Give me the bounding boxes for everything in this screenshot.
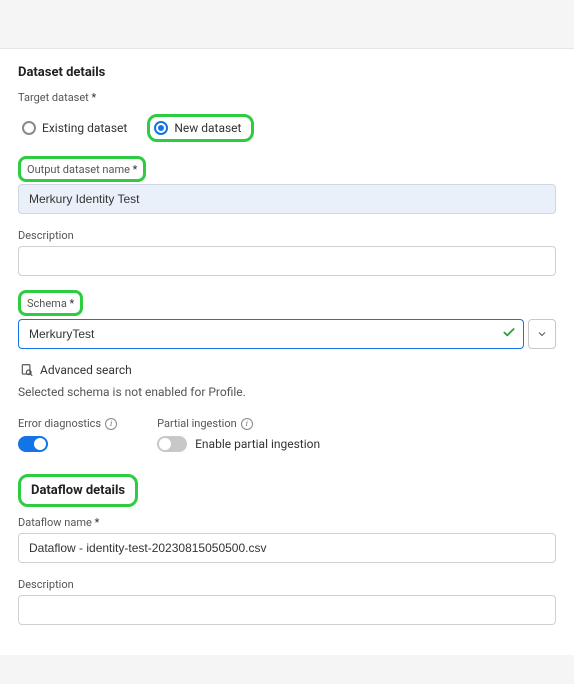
schema-dropdown-button[interactable] [528, 319, 556, 349]
search-page-icon [20, 363, 34, 377]
error-diagnostics-label: Error diagnostics [18, 417, 101, 430]
schema-profile-note: Selected schema is not enabled for Profi… [18, 385, 556, 399]
info-icon[interactable]: i [241, 418, 253, 430]
dataset-details-title: Dataset details [18, 65, 556, 80]
schema-combobox [18, 319, 556, 349]
chevron-down-icon [536, 328, 548, 340]
dataflow-details-title: Dataflow details [31, 483, 125, 498]
error-diagnostics-group: Error diagnostics i [18, 417, 117, 452]
error-diagnostics-toggle[interactable] [18, 436, 48, 452]
dataflow-details-section: Dataflow details Dataflow name Descripti… [18, 474, 556, 625]
schema-label: Schema [27, 297, 74, 310]
schema-group: Schema [18, 290, 556, 349]
schema-input[interactable] [18, 319, 524, 349]
checkmark-icon [502, 326, 516, 343]
target-dataset-radio-row: Existing dataset New dataset [18, 114, 556, 142]
partial-ingestion-label: Partial ingestion [157, 417, 237, 430]
output-dataset-name-label-highlight: Output dataset name [18, 156, 146, 182]
info-icon[interactable]: i [105, 418, 117, 430]
dataflow-description-group: Description [18, 577, 556, 625]
target-dataset-label: Target dataset [18, 91, 96, 104]
dataset-description-label: Description [18, 229, 74, 242]
dataset-description-group: Description [18, 228, 556, 276]
partial-ingestion-toggle[interactable] [157, 436, 187, 452]
radio-unchecked-icon [22, 121, 36, 135]
partial-ingestion-group: Partial ingestion i Enable partial inges… [157, 417, 320, 452]
output-dataset-name-label: Output dataset name [27, 163, 137, 176]
dataflow-name-group: Dataflow name [18, 515, 556, 563]
schema-input-wrap [18, 319, 524, 349]
existing-dataset-label: Existing dataset [42, 121, 127, 135]
dataflow-description-label: Description [18, 578, 74, 591]
partial-ingestion-label-row: Partial ingestion i [157, 417, 320, 430]
output-dataset-name-group: Output dataset name [18, 156, 556, 214]
enable-partial-label: Enable partial ingestion [195, 437, 320, 451]
schema-label-highlight: Schema [18, 290, 83, 316]
error-diagnostics-label-row: Error diagnostics i [18, 417, 117, 430]
partial-ingestion-toggle-row: Enable partial ingestion [157, 436, 320, 452]
toggles-row: Error diagnostics i Partial ingestion i … [18, 417, 556, 452]
radio-checked-icon [154, 121, 168, 135]
advanced-search-label: Advanced search [40, 363, 132, 377]
output-dataset-name-input[interactable] [18, 184, 556, 214]
dataflow-description-input[interactable] [18, 595, 556, 625]
dataflow-name-input[interactable] [18, 533, 556, 563]
advanced-search-link[interactable]: Advanced search [20, 363, 556, 377]
dataflow-name-label: Dataflow name [18, 516, 99, 529]
dataflow-details-title-highlight: Dataflow details [18, 474, 138, 507]
target-dataset-group: Target dataset Existing dataset New data… [18, 90, 556, 142]
form-page: Dataset details Target dataset Existing … [0, 48, 574, 655]
new-dataset-label: New dataset [174, 121, 241, 135]
dataset-description-input[interactable] [18, 246, 556, 276]
existing-dataset-radio[interactable]: Existing dataset [18, 117, 137, 139]
new-dataset-radio[interactable]: New dataset [147, 114, 254, 142]
